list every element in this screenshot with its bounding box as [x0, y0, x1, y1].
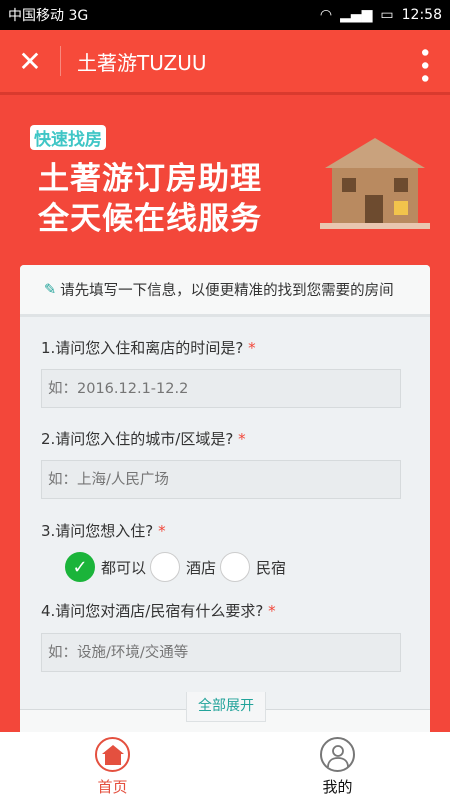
title-bar: ✕ 土著游TUZUU •••: [0, 30, 450, 92]
home-icon: [95, 737, 130, 772]
city-input[interactable]: [41, 460, 401, 499]
radio-hotel[interactable]: [150, 552, 181, 582]
carrier: 中国移动 3G: [8, 8, 89, 24]
form-intro: ✎ 请先填写一下信息，以便更精准的找到您需要的房间: [20, 265, 430, 317]
question-1: 1.请问您入住和离店的时间是? *: [41, 339, 256, 357]
bottom-nav: 首页 我的: [0, 732, 450, 800]
booking-form: ✎ 请先填写一下信息，以便更精准的找到您需要的房间 1.请问您入住和离店的时间是?…: [20, 265, 430, 735]
page-title: 土著游TUZUU: [77, 50, 207, 75]
question-2: 2.请问您入住的城市/区域是? *: [41, 430, 246, 448]
question-3: 3.请问您想入住? *: [41, 522, 166, 540]
radio-homestay[interactable]: [220, 552, 251, 582]
pencil-icon: ✎: [44, 281, 57, 298]
nav-home[interactable]: 首页: [0, 732, 225, 800]
expand-all-button[interactable]: 全部展开: [186, 692, 266, 722]
question-4: 4.请问您对酒店/民宿有什么要求? *: [41, 602, 276, 620]
dates-input[interactable]: [41, 369, 401, 408]
banner-line2: 全天候在线服务: [38, 201, 262, 237]
banner-line1: 土著游订房助理: [38, 161, 262, 197]
battery-icon: ▭: [380, 7, 394, 23]
house-illustration: [320, 138, 430, 229]
requirements-input[interactable]: [41, 633, 401, 672]
close-button[interactable]: ✕: [0, 45, 60, 78]
status-bar: 中国移动 3G ◠ ▂▄▆ ▭ 12:58: [0, 0, 450, 30]
wifi-icon: ◠: [319, 7, 333, 23]
signal-icon: ▂▄▆: [340, 7, 373, 23]
divider: [60, 46, 61, 76]
clock: 12:58: [401, 7, 442, 23]
more-menu-icon[interactable]: •••: [411, 46, 436, 85]
nav-mine[interactable]: 我的: [225, 732, 450, 800]
user-icon: [320, 737, 355, 772]
banner: 快速找房 土著游订房助理 全天候在线服务: [0, 92, 450, 265]
stay-type-radio-group: ✓ 都可以 酒店 民宿: [65, 552, 290, 582]
radio-any[interactable]: ✓: [65, 552, 95, 582]
banner-tag: 快速找房: [30, 125, 106, 150]
